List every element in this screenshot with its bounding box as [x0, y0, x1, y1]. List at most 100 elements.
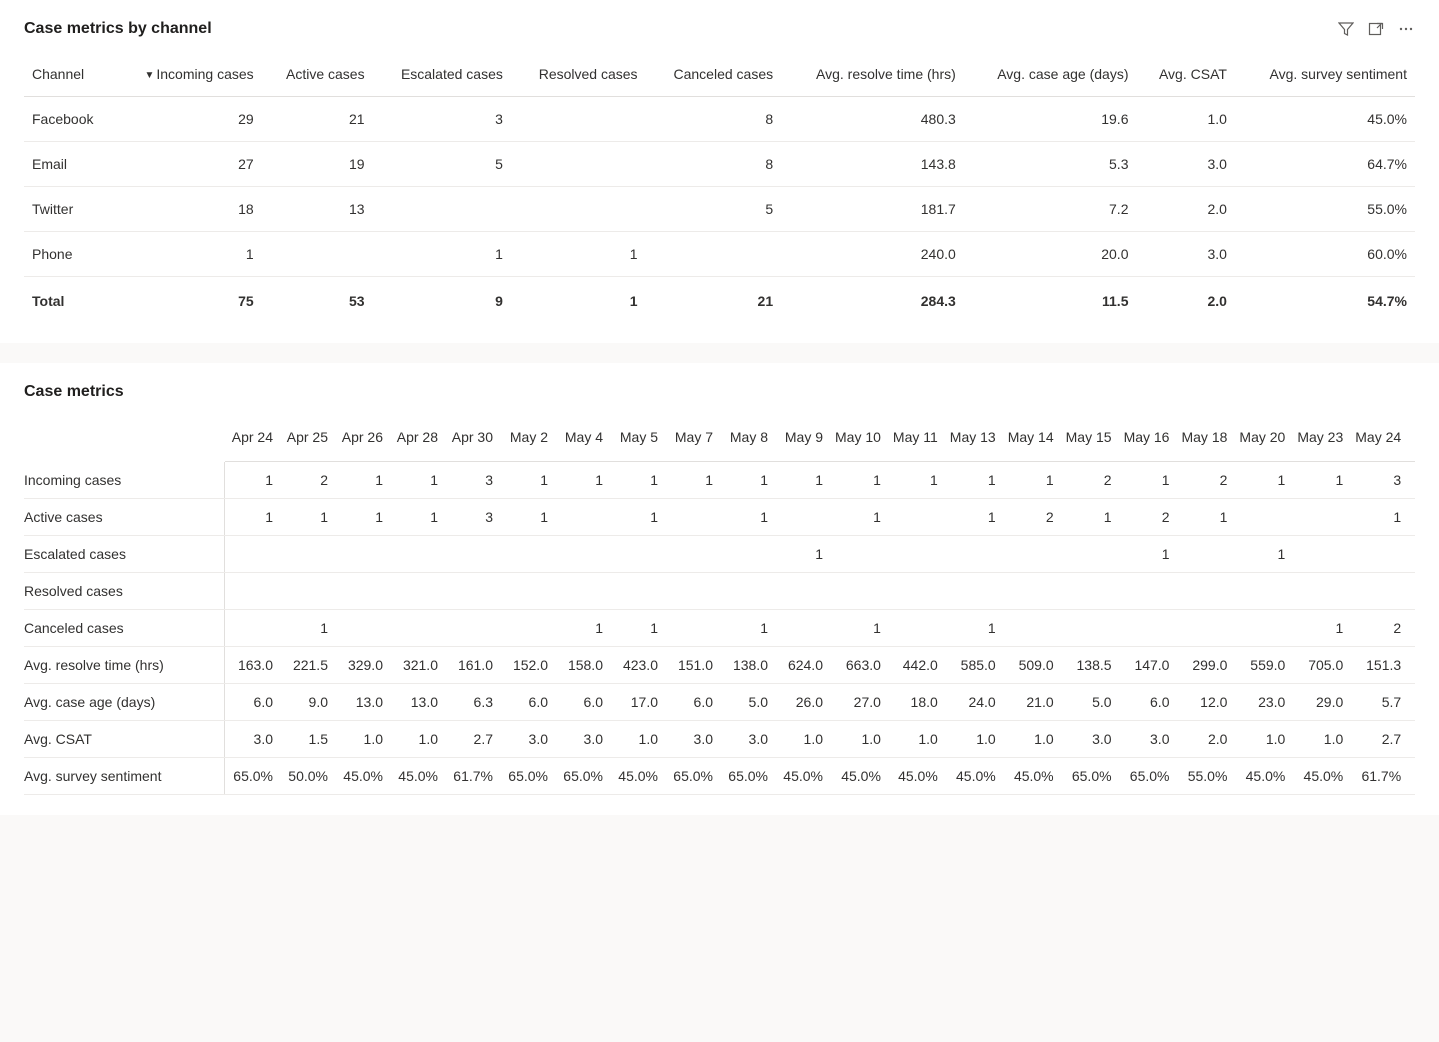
- matrix-row[interactable]: Escalated cases111: [24, 536, 1415, 573]
- date-column-header[interactable]: May 5: [609, 419, 664, 462]
- metric-row-header: Active cases: [24, 499, 224, 536]
- matrix-cell: [774, 499, 829, 536]
- metric-cell: 21: [262, 97, 373, 142]
- date-column-header[interactable]: May 9: [774, 419, 829, 462]
- matrix-cell: [1407, 721, 1415, 758]
- more-options-icon[interactable]: [1397, 20, 1415, 38]
- table-row[interactable]: Email271958143.85.33.064.7%: [24, 142, 1415, 187]
- date-column-header[interactable]: May 18: [1175, 419, 1233, 462]
- matrix-cell: [554, 536, 609, 573]
- date-column-header[interactable]: May 24: [1349, 419, 1407, 462]
- date-column-header[interactable]: May 4: [554, 419, 609, 462]
- column-header[interactable]: Avg. resolve time (hrs): [781, 56, 964, 97]
- matrix-cell: 2: [1118, 499, 1176, 536]
- matrix-cell: [224, 536, 279, 573]
- matrix-cell: 1.0: [1233, 721, 1291, 758]
- focus-mode-icon[interactable]: [1367, 20, 1385, 38]
- metric-cell: 55.0%: [1235, 187, 1415, 232]
- matrix-cell: 26.0: [774, 684, 829, 721]
- date-column-header[interactable]: Apr 26: [334, 419, 389, 462]
- matrix-cell: 3.0: [1060, 721, 1118, 758]
- matrix-row[interactable]: Active cases111131111121211: [24, 499, 1415, 536]
- column-header[interactable]: ▼Incoming cases: [115, 56, 262, 97]
- matrix-cell: 509.0: [1002, 647, 1060, 684]
- column-header[interactable]: Active cases: [262, 56, 373, 97]
- matrix-cell: 705.0: [1291, 647, 1349, 684]
- date-column-header[interactable]: May 20: [1233, 419, 1291, 462]
- matrix-cell: 161.0: [444, 647, 499, 684]
- matrix-cell: 1: [719, 610, 774, 647]
- matrix-cell: [279, 573, 334, 610]
- metric-row-header: Avg. survey sentiment: [24, 758, 224, 795]
- matrix-row[interactable]: Avg. case age (days)6.09.013.013.06.36.0…: [24, 684, 1415, 721]
- matrix-cell: [1233, 610, 1291, 647]
- metric-cell: 5.3: [964, 142, 1137, 187]
- matrix-cell: [224, 573, 279, 610]
- date-column-header[interactable]: Apr 25: [279, 419, 334, 462]
- matrix-cell: 624.0: [774, 647, 829, 684]
- matrix-cell: [1118, 610, 1176, 647]
- matrix-cell: [944, 536, 1002, 573]
- date-column-header[interactable]: May 7: [664, 419, 719, 462]
- matrix-cell: 45.0%: [1291, 758, 1349, 795]
- matrix-row[interactable]: Resolved cases: [24, 573, 1415, 610]
- date-column-header[interactable]: May 16: [1118, 419, 1176, 462]
- matrix-cell: 1.0: [887, 721, 944, 758]
- column-header[interactable]: Avg. case age (days): [964, 56, 1137, 97]
- date-column-header[interactable]: May 8: [719, 419, 774, 462]
- date-column-header[interactable]: Apr 30: [444, 419, 499, 462]
- channel-cell: Phone: [24, 232, 115, 277]
- matrix-cell: 6.0: [499, 684, 554, 721]
- metric-cell: 18: [115, 187, 262, 232]
- matrix-cell: [1233, 573, 1291, 610]
- matrix-cell: 221.5: [279, 647, 334, 684]
- channel-cell: Facebook: [24, 97, 115, 142]
- matrix-row[interactable]: Avg. resolve time (hrs)163.0221.5329.032…: [24, 647, 1415, 684]
- matrix-row[interactable]: Canceled cases11111112: [24, 610, 1415, 647]
- matrix-cell: 6.0: [664, 684, 719, 721]
- matrix-cell: 2: [1349, 610, 1407, 647]
- matrix-row[interactable]: Incoming cases121131111111111212113: [24, 462, 1415, 499]
- matrix-cell: 3: [444, 499, 499, 536]
- metric-cell: 8: [646, 97, 782, 142]
- date-column-header[interactable]: Apr 28: [389, 419, 444, 462]
- column-header[interactable]: Channel: [24, 56, 115, 97]
- metric-cell: [262, 232, 373, 277]
- date-column-header[interactable]: May 14: [1002, 419, 1060, 462]
- matrix-cell: 1: [554, 462, 609, 499]
- table-row[interactable]: Twitter18135181.77.22.055.0%: [24, 187, 1415, 232]
- matrix-cell: 138.0: [719, 647, 774, 684]
- matrix-row[interactable]: Avg. CSAT3.01.51.01.02.73.03.01.03.03.01…: [24, 721, 1415, 758]
- column-header[interactable]: Avg. survey sentiment: [1235, 56, 1415, 97]
- matrix-cell: 585.0: [944, 647, 1002, 684]
- matrix-cell: 1: [829, 610, 887, 647]
- date-column-header[interactable]: May: [1407, 419, 1415, 462]
- column-header[interactable]: Canceled cases: [646, 56, 782, 97]
- date-column-header[interactable]: May 15: [1060, 419, 1118, 462]
- matrix-cell: [887, 536, 944, 573]
- metric-cell: [511, 142, 646, 187]
- matrix-cell: 138.5: [1060, 647, 1118, 684]
- date-column-header[interactable]: May 23: [1291, 419, 1349, 462]
- matrix-cell: 152.0: [499, 647, 554, 684]
- matrix-cell: 65.0%: [1118, 758, 1176, 795]
- matrix-row[interactable]: Avg. survey sentiment65.0%50.0%45.0%45.0…: [24, 758, 1415, 795]
- table-row[interactable]: Facebook292138480.319.61.045.0%: [24, 97, 1415, 142]
- table-row[interactable]: Phone111240.020.03.060.0%: [24, 232, 1415, 277]
- filter-icon[interactable]: [1337, 20, 1355, 38]
- column-header[interactable]: Resolved cases: [511, 56, 646, 97]
- matrix-cell: [224, 610, 279, 647]
- matrix-cell: 1: [389, 499, 444, 536]
- metric-cell: 19: [262, 142, 373, 187]
- matrix-cell: 6.0: [224, 684, 279, 721]
- date-column-header[interactable]: May 2: [499, 419, 554, 462]
- metric-cell: 45.0%: [1235, 97, 1415, 142]
- matrix-cell: 2.7: [444, 721, 499, 758]
- date-column-header[interactable]: Apr 24: [224, 419, 279, 462]
- date-column-header[interactable]: May 13: [944, 419, 1002, 462]
- date-column-header[interactable]: May 10: [829, 419, 887, 462]
- metric-cell: 5: [646, 187, 782, 232]
- column-header[interactable]: Escalated cases: [373, 56, 511, 97]
- column-header[interactable]: Avg. CSAT: [1136, 56, 1234, 97]
- date-column-header[interactable]: May 11: [887, 419, 944, 462]
